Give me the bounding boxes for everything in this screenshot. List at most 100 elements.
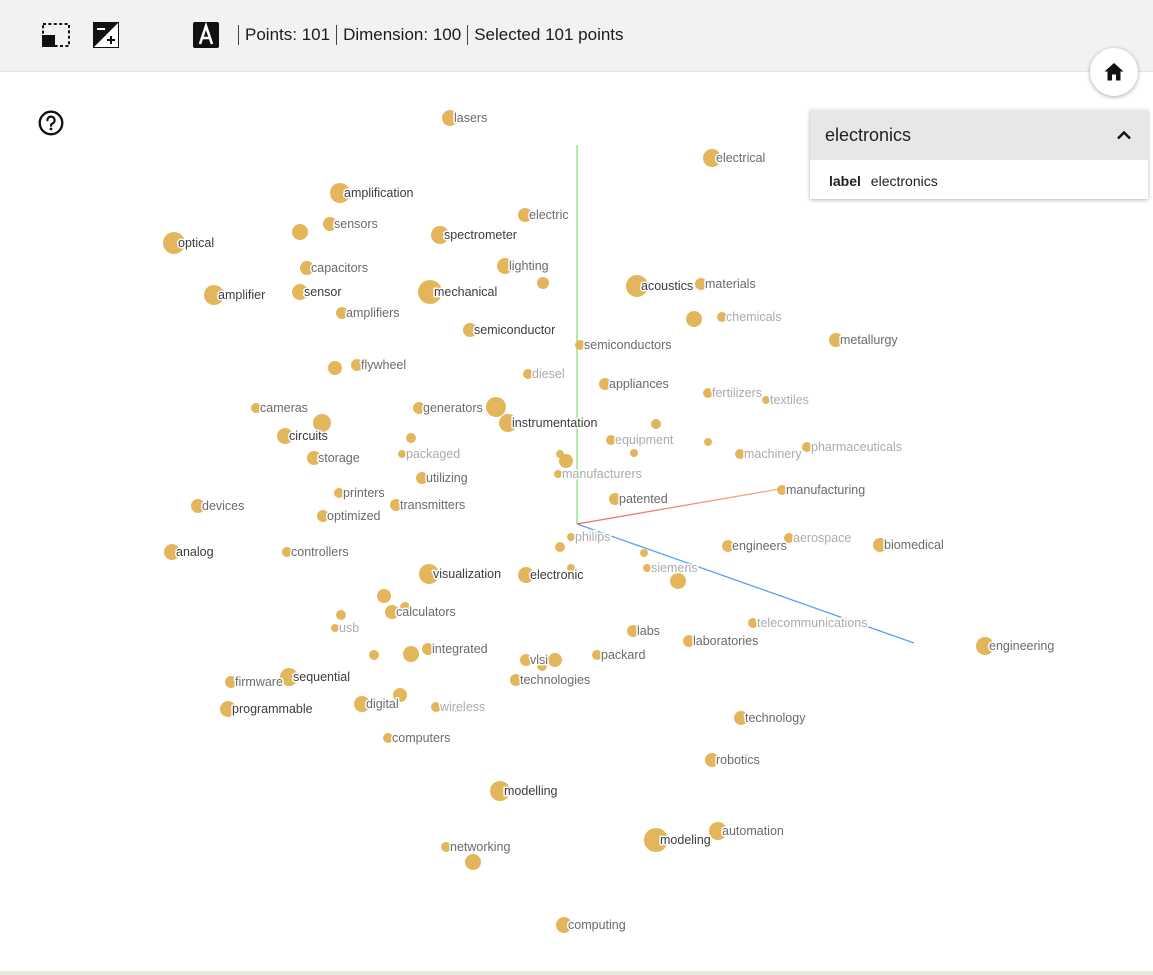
point-label: networking <box>450 840 510 854</box>
data-point <box>548 653 562 667</box>
toggle-shading-icon <box>93 22 119 48</box>
point-label: optimized <box>327 509 381 523</box>
bottom-border <box>0 971 1153 975</box>
data-point <box>328 361 342 375</box>
point-label: machinery <box>744 447 802 461</box>
point-label: acoustics <box>641 279 693 293</box>
data-point <box>567 533 575 541</box>
point-label: laboratories <box>693 634 758 648</box>
data-point <box>537 277 549 289</box>
data-point <box>292 224 308 240</box>
point-label: biomedical <box>884 538 944 552</box>
point-label: devices <box>202 499 244 513</box>
dimension-count: Dimension: 100 <box>336 25 467 45</box>
data-point <box>403 646 419 662</box>
point-label: robotics <box>716 753 760 767</box>
data-point <box>556 450 564 458</box>
point-label: manufacturing <box>786 483 865 497</box>
point-label: optical <box>178 236 214 250</box>
select-region-icon <box>42 23 70 47</box>
point-label: storage <box>318 451 360 465</box>
point-label: lasers <box>454 111 487 125</box>
point-label: engineering <box>989 639 1054 653</box>
point-label: analog <box>176 545 214 559</box>
data-point <box>630 449 638 457</box>
point-label: capacitors <box>311 261 368 275</box>
point-label: instrumentation <box>512 416 598 430</box>
point-label: amplification <box>344 186 414 200</box>
point-label: engineers <box>732 539 787 553</box>
toolbar: Points: 101 Dimension: 100 Selected 101 … <box>0 0 1153 72</box>
point-label: philips <box>575 530 610 544</box>
point-label: telecommunications <box>757 616 867 630</box>
point-label: calculators <box>396 605 456 619</box>
point-label: appliances <box>609 377 669 391</box>
data-point <box>369 650 379 660</box>
point-label: mechanical <box>434 285 497 299</box>
point-label: computing <box>568 918 626 932</box>
data-point <box>331 624 339 632</box>
point-label: packaged <box>406 447 460 461</box>
data-point <box>486 397 506 417</box>
point-label: lighting <box>509 259 549 273</box>
chevron-up-icon[interactable] <box>1116 129 1132 141</box>
data-point <box>555 542 565 552</box>
point-label: spectrometer <box>444 228 517 242</box>
point-label: digital <box>366 697 399 711</box>
point-label: amplifier <box>218 288 265 302</box>
point-label: diesel <box>532 367 565 381</box>
home-icon <box>1104 63 1124 81</box>
point-label: semiconductor <box>474 323 555 337</box>
data-point <box>686 311 702 327</box>
data-point <box>377 589 391 603</box>
point-label: utilizing <box>426 471 468 485</box>
point-label: automation <box>722 824 784 838</box>
point-label: cameras <box>260 401 308 415</box>
point-label: siemens <box>651 561 698 575</box>
point-label: visualization <box>433 567 501 581</box>
point-label: pharmaceuticals <box>811 440 902 454</box>
point-label: controllers <box>291 545 349 559</box>
point-label: modeling <box>660 833 711 847</box>
label-mode-button[interactable] <box>191 20 221 50</box>
point-label: transmitters <box>400 498 465 512</box>
point-label: wireless <box>439 700 485 714</box>
data-point <box>670 573 686 589</box>
point-label: aerospace <box>793 531 851 545</box>
help-button[interactable] <box>38 110 64 136</box>
data-point <box>704 438 712 446</box>
point-label: chemicals <box>726 310 782 324</box>
point-label: electrical <box>716 151 765 165</box>
point-label: manufacturers <box>562 467 642 481</box>
inspector-key: label <box>829 173 861 189</box>
point-label: electric <box>529 208 569 222</box>
label-mode-icon <box>193 21 219 48</box>
point-label: fertilizers <box>712 386 762 400</box>
dataset-stats: Points: 101 Dimension: 100 Selected 101 … <box>238 24 630 46</box>
data-point <box>651 419 661 429</box>
data-point <box>762 396 770 404</box>
night-mode-icon <box>149 24 160 46</box>
point-inspector: electronics label electronics <box>810 110 1148 199</box>
night-mode-button[interactable] <box>141 20 171 50</box>
data-point <box>640 549 648 557</box>
point-label: integrated <box>432 642 488 656</box>
inspector-row: label electronics <box>810 160 1148 189</box>
point-label: usb <box>339 621 359 635</box>
point-label: labs <box>637 624 660 638</box>
inspector-value: electronics <box>870 173 938 189</box>
inspector-header[interactable]: electronics <box>810 110 1148 160</box>
point-label: sequential <box>293 670 350 684</box>
toggle-shading-button[interactable] <box>91 20 121 50</box>
projection-canvas[interactable]: lasers electrical amplification sensors elec… <box>0 73 1153 971</box>
reset-view-button[interactable] <box>1090 48 1138 96</box>
point-label: vlsi <box>530 653 548 667</box>
point-label: firmware <box>235 675 283 689</box>
point-label: metallurgy <box>840 333 898 347</box>
embedding-projection[interactable]: lasers electrical amplification sensors elec… <box>0 73 1153 971</box>
x-axis-line <box>576 487 786 525</box>
data-point <box>465 854 481 870</box>
point-label: generators <box>423 401 483 415</box>
point-label: materials <box>705 277 756 291</box>
select-region-button[interactable] <box>41 20 71 50</box>
